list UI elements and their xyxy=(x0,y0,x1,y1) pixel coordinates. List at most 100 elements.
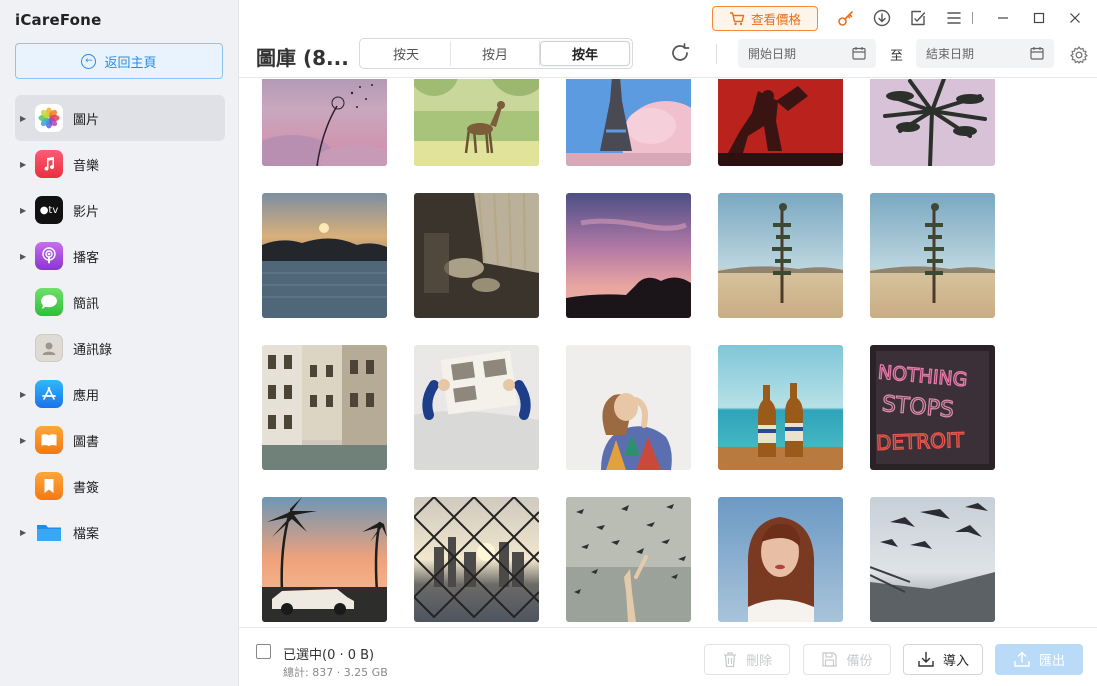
export-label: 匯出 xyxy=(1038,654,1065,669)
contacts-icon xyxy=(35,334,63,362)
sidebar-item-contacts[interactable]: 通訊錄 xyxy=(15,325,225,371)
view-pricing-button[interactable]: 查看價格 xyxy=(712,6,818,31)
calendar-icon[interactable] xyxy=(1030,46,1044,60)
backup-button[interactable]: 備份 xyxy=(803,644,891,675)
expand-caret-icon[interactable]: ▶ xyxy=(20,390,26,399)
books-icon xyxy=(35,426,63,454)
tab-by-year[interactable]: 按年 xyxy=(540,41,630,66)
calendar-icon[interactable] xyxy=(852,46,866,60)
close-icon[interactable] xyxy=(1065,8,1085,28)
lace-table-photo[interactable] xyxy=(414,193,539,318)
sidebar-item-videos[interactable]: ▶ ●tv 影片 xyxy=(15,187,225,233)
toolbar-divider xyxy=(716,44,717,64)
pink-sky-trees-photo[interactable] xyxy=(566,193,691,318)
sidebar-item-photos[interactable]: ▶ 圖片 xyxy=(15,95,225,141)
sidebar-item-label: 播客 xyxy=(73,250,100,266)
back-to-home-button[interactable]: ← 返回主頁 xyxy=(15,43,223,79)
minimize-icon[interactable] xyxy=(993,8,1013,28)
end-date-input[interactable]: 結束日期 xyxy=(916,39,1054,68)
tab-by-day[interactable]: 按天 xyxy=(362,41,451,66)
sidebar: iCareFone ← 返回主頁 ▶ 圖片 ▶ 音樂 ▶ ●tv 影片 ▶ 播客… xyxy=(0,0,239,686)
signpost-desert-copy-photo[interactable] xyxy=(870,193,995,318)
sidebar-item-label: 書簽 xyxy=(73,480,100,496)
key-icon[interactable] xyxy=(836,8,856,28)
palm-tree-photo[interactable] xyxy=(870,79,995,166)
eiffel-tower-blossom-photo[interactable] xyxy=(566,79,691,166)
gear-icon[interactable] xyxy=(1069,45,1089,65)
sidebar-item-label: 圖片 xyxy=(73,112,100,128)
sidebar-item-label: 音樂 xyxy=(73,158,100,174)
apple-tv-icon: ●tv xyxy=(35,196,63,224)
sidebar-item-label: 應用 xyxy=(73,388,100,404)
podcast-icon xyxy=(35,242,63,270)
save-icon xyxy=(822,652,838,667)
total-count: 總計: 837 · 3.25 GB xyxy=(283,666,388,679)
sidebar-item-bookmarks[interactable]: 書簽 xyxy=(15,463,225,509)
maximize-icon[interactable] xyxy=(1029,8,1049,28)
refresh-icon[interactable] xyxy=(669,42,691,64)
sidebar-item-label: 通訊錄 xyxy=(73,342,113,358)
tab-by-month[interactable]: 按月 xyxy=(451,41,540,66)
sidebar-item-files[interactable]: ▶ 檔案 xyxy=(15,509,225,555)
palm-classic-car-photo[interactable] xyxy=(262,497,387,622)
woman-portrait-photo[interactable] xyxy=(718,497,843,622)
expand-caret-icon[interactable]: ▶ xyxy=(20,160,26,169)
person-newspaper-photo[interactable] xyxy=(414,345,539,470)
backup-label: 備份 xyxy=(846,654,873,669)
export-button[interactable]: 匯出 xyxy=(995,644,1083,675)
toolbar-separator xyxy=(968,8,976,28)
beer-bottles-beach-photo[interactable] xyxy=(718,345,843,470)
expand-caret-icon[interactable]: ▶ xyxy=(20,436,26,445)
download-icon[interactable] xyxy=(872,8,892,28)
back-to-home-label: 返回主頁 xyxy=(104,55,157,71)
import-label: 導入 xyxy=(942,654,969,669)
svg-text:DETROIT: DETROIT xyxy=(876,428,966,455)
end-date-placeholder: 結束日期 xyxy=(926,47,975,61)
chainlink-city-photo[interactable] xyxy=(414,497,539,622)
messages-icon xyxy=(35,288,63,316)
folder-icon xyxy=(35,518,63,546)
nothing-stops-detroit-photo[interactable]: NOTHING STOPS DETROIT xyxy=(870,345,995,470)
deer-meadow-photo[interactable] xyxy=(414,79,539,166)
sidebar-item-label: 簡訊 xyxy=(73,296,100,312)
girl-colorful-sweater-photo[interactable] xyxy=(566,345,691,470)
selected-count: 已選中(0 · 0 B) xyxy=(283,648,375,663)
sidebar-item-music[interactable]: ▶ 音樂 xyxy=(15,141,225,187)
sidebar-item-podcasts[interactable]: ▶ 播客 xyxy=(15,233,225,279)
delete-button[interactable]: 刪除 xyxy=(704,644,790,675)
photo-grid: NOTHING STOPS DETROIT xyxy=(239,79,1097,627)
sidebar-item-messages[interactable]: 簡訊 xyxy=(15,279,225,325)
seagulls-pier-photo[interactable] xyxy=(870,497,995,622)
birds-flying-photo[interactable] xyxy=(566,497,691,622)
expand-caret-icon[interactable]: ▶ xyxy=(20,206,26,215)
page-title: 圖庫 (8... xyxy=(256,46,349,70)
menu-icon[interactable] xyxy=(944,8,964,28)
import-button[interactable]: 導入 xyxy=(903,644,983,675)
sidebar-item-label: 圖書 xyxy=(73,434,100,450)
expand-caret-icon[interactable]: ▶ xyxy=(20,528,26,537)
feedback-icon[interactable] xyxy=(908,8,928,28)
arrow-left-circle-icon: ← xyxy=(81,53,97,69)
select-all-checkbox[interactable] xyxy=(256,644,271,659)
expand-caret-icon[interactable]: ▶ xyxy=(20,114,26,123)
sidebar-item-label: 檔案 xyxy=(73,526,100,542)
app-window: iCareFone ← 返回主頁 ▶ 圖片 ▶ 音樂 ▶ ●tv 影片 ▶ 播客… xyxy=(0,0,1097,686)
trash-icon xyxy=(723,652,736,668)
cart-icon xyxy=(729,11,745,25)
start-date-input[interactable]: 開始日期 xyxy=(738,39,876,68)
sunset-lake-photo[interactable] xyxy=(262,193,387,318)
top-toolbar: 查看價格 圖庫 (8... 按天 按月 按年 開始日期 至 結束日期 xyxy=(239,0,1097,78)
view-pricing-label: 查看價格 xyxy=(750,12,801,27)
red-statue-photo[interactable] xyxy=(718,79,843,166)
expand-caret-icon[interactable]: ▶ xyxy=(20,252,26,261)
start-date-placeholder: 開始日期 xyxy=(748,47,797,61)
bookmark-icon xyxy=(35,472,63,500)
sidebar-item-books[interactable]: ▶ 圖書 xyxy=(15,417,225,463)
view-mode-tabs: 按天 按月 按年 xyxy=(359,38,633,69)
signpost-desert-photo[interactable] xyxy=(718,193,843,318)
music-icon xyxy=(35,150,63,178)
venice-buildings-photo[interactable] xyxy=(262,345,387,470)
dandelion-sky-photo[interactable] xyxy=(262,79,387,166)
sidebar-item-apps[interactable]: ▶ 應用 xyxy=(15,371,225,417)
sidebar-nav: ▶ 圖片 ▶ 音樂 ▶ ●tv 影片 ▶ 播客 簡訊 通訊錄 ▶ 應用 ▶ 圖書… xyxy=(15,95,225,555)
